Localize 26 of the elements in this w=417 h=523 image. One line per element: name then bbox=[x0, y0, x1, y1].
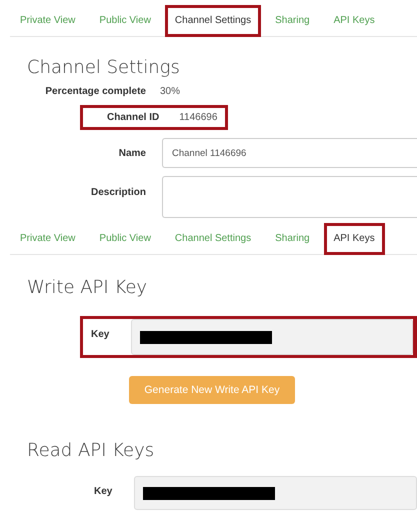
section-heading: Read API Keys bbox=[27, 440, 156, 461]
field-label: Description bbox=[90, 187, 146, 198]
tab[interactable]: Channel Settings bbox=[164, 223, 262, 255]
generate-key-button[interactable]: Generate New Write API Key bbox=[129, 376, 295, 404]
tab[interactable]: Private View bbox=[10, 223, 86, 255]
field-value: 1146696 bbox=[179, 112, 218, 123]
key-label: Key bbox=[94, 486, 114, 497]
field-label: Channel ID bbox=[107, 112, 160, 123]
key-field[interactable] bbox=[134, 476, 417, 510]
section-heading: Channel Settings bbox=[27, 57, 181, 78]
name-input[interactable]: Channel 1146696 bbox=[162, 138, 417, 168]
field-label: Name bbox=[118, 148, 146, 158]
tab[interactable]: Public View bbox=[89, 223, 161, 255]
key-field[interactable] bbox=[131, 319, 413, 355]
tab[interactable]: Sharing bbox=[265, 223, 320, 255]
field-value: 30% bbox=[160, 86, 180, 97]
tab[interactable]: Sharing bbox=[265, 5, 320, 37]
section-heading: Write API Key bbox=[27, 277, 148, 298]
tab[interactable]: API Keys bbox=[324, 5, 385, 37]
tab[interactable]: Public View bbox=[89, 5, 161, 37]
description-input[interactable] bbox=[162, 176, 417, 218]
tab[interactable]: API Keys bbox=[324, 223, 385, 255]
tab[interactable]: Private View bbox=[10, 5, 86, 37]
tab[interactable]: Channel Settings bbox=[164, 5, 262, 37]
field-label: Percentage complete bbox=[45, 86, 146, 97]
key-label: Key bbox=[91, 329, 110, 340]
